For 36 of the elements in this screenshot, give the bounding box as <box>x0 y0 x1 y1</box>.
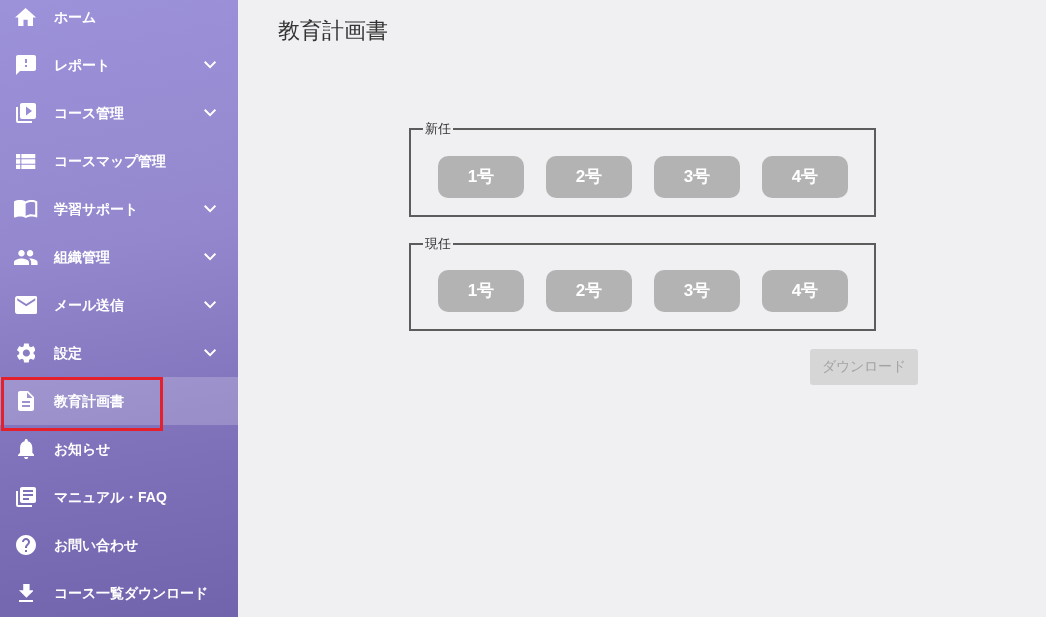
sidebar-item[interactable]: 学習サポート <box>0 185 238 233</box>
grade-button[interactable]: 3号 <box>654 155 740 198</box>
video-library-icon <box>16 103 36 123</box>
grade-button[interactable]: 3号 <box>654 269 740 312</box>
sidebar-item[interactable]: お知らせ <box>0 425 238 473</box>
bell-icon <box>17 439 35 459</box>
sidebar-item[interactable]: レポート <box>0 41 238 89</box>
settings-icon <box>16 343 36 363</box>
page-title: 教育計画書 <box>278 18 389 45</box>
list-icon <box>16 153 36 169</box>
grade-button[interactable]: 4号 <box>762 269 848 312</box>
sidebar-item[interactable]: コースマップ管理 <box>0 137 238 185</box>
grade-button[interactable]: 2号 <box>546 269 632 312</box>
grade-button[interactable]: 2号 <box>546 155 632 198</box>
grade-button[interactable]: 1号 <box>438 269 524 312</box>
home-icon <box>15 8 37 26</box>
download-icon <box>18 584 34 602</box>
group-legend: 現任 <box>423 234 453 253</box>
help-icon <box>16 535 36 555</box>
mail-icon <box>14 296 38 314</box>
sidebar-item[interactable]: コース一覧ダウンロード <box>0 569 238 617</box>
document-icon <box>18 391 34 411</box>
sidebar-item[interactable]: お問い合わせ <box>0 521 238 569</box>
sidebar-item[interactable]: コース管理 <box>0 89 238 137</box>
open-book-icon <box>14 200 38 218</box>
sidebar-item[interactable]: ホーム <box>0 0 238 41</box>
grade-button[interactable]: 1号 <box>438 155 524 198</box>
stacked-pages-icon <box>16 487 36 507</box>
sidebar-item[interactable]: マニュアル・FAQ <box>0 473 238 521</box>
group-legend: 新任 <box>423 120 453 139</box>
grade-button[interactable]: 4号 <box>762 155 848 198</box>
sidebar-item[interactable]: メール送信 <box>0 281 238 329</box>
sidebar-item[interactable]: 設定 <box>0 329 238 377</box>
people-icon <box>14 249 38 265</box>
alert-bubble-icon <box>16 55 36 75</box>
sidebar-item[interactable]: 組織管理 <box>0 233 238 281</box>
